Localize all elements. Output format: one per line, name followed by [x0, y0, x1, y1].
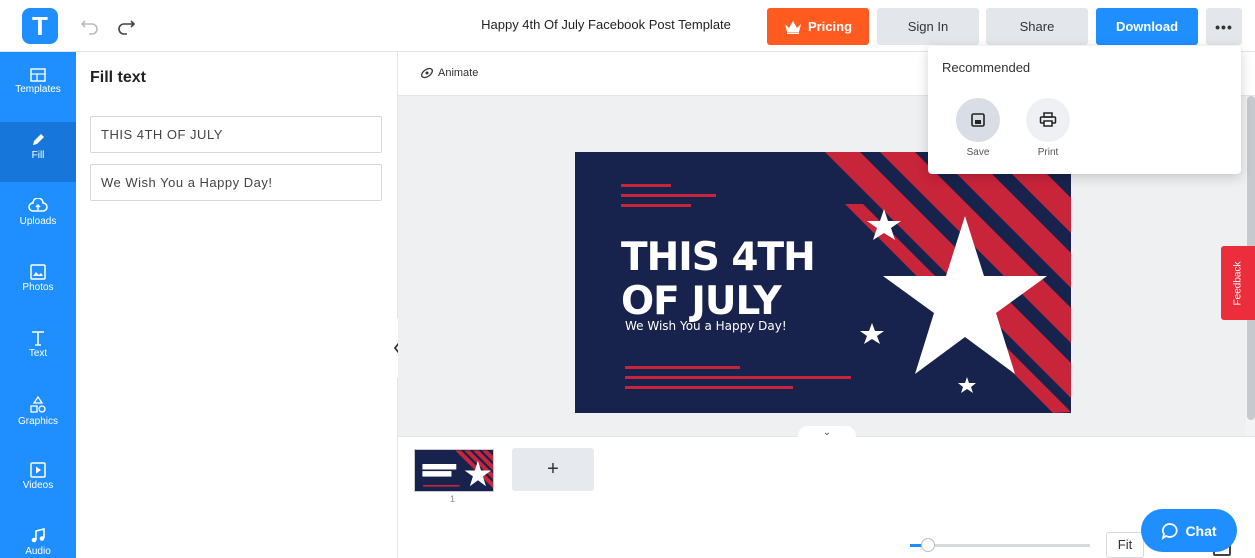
sidebar-item-label: Photos: [22, 282, 54, 293]
sidebar-item-uploads[interactable]: Uploads: [0, 188, 76, 248]
share-button[interactable]: Share: [986, 8, 1088, 45]
toggle-pages-button[interactable]: ⌄: [798, 426, 856, 440]
crown-icon: [784, 20, 801, 34]
fill-text-panel: Fill text THIS 4TH OF JULY We Wish You a…: [76, 52, 398, 558]
chat-bubble-icon: [1162, 522, 1178, 540]
video-icon: [30, 462, 46, 478]
pricing-button[interactable]: Pricing: [767, 8, 869, 45]
sign-in-button[interactable]: Sign In: [877, 8, 979, 45]
print-option[interactable]: Print: [1018, 98, 1078, 158]
download-button[interactable]: Download: [1096, 8, 1198, 45]
more-options-dropdown: Recommended Save Print: [928, 46, 1241, 174]
save-label: Save: [966, 147, 990, 158]
thumbnail-preview: [415, 450, 493, 491]
cloud-upload-icon: [28, 198, 48, 212]
print-icon: [1039, 112, 1057, 127]
undo-icon[interactable]: [80, 14, 100, 36]
page-thumbnail[interactable]: [414, 449, 494, 492]
save-icon-circle: [956, 98, 1000, 142]
headline-line-2: OF JULY: [621, 279, 782, 324]
sidebar-item-fill[interactable]: Fill: [0, 122, 76, 182]
top-bar: T Happy 4th Of July Facebook Post Templa…: [0, 0, 1255, 52]
text-icon: [32, 331, 44, 346]
zoom-slider[interactable]: [910, 544, 1090, 547]
artboard-headline[interactable]: THIS 4TH OF JULY: [621, 235, 816, 324]
animate-label: Animate: [438, 67, 479, 79]
templates-icon: [30, 68, 46, 82]
headline-line-1: THIS 4TH: [621, 235, 816, 280]
left-sidebar: Templates Fill Uploads Photos Text Graph…: [0, 52, 76, 558]
app-logo[interactable]: T: [22, 8, 58, 44]
sidebar-item-label: Fill: [31, 150, 45, 161]
sidebar-item-label: Uploads: [19, 216, 57, 227]
sidebar-item-text[interactable]: Text: [0, 320, 76, 380]
sidebar-item-label: Templates: [15, 84, 61, 95]
print-icon-circle: [1026, 98, 1070, 142]
text-field-subtitle[interactable]: We Wish You a Happy Day!: [90, 164, 382, 201]
sidebar-item-templates[interactable]: Templates: [0, 58, 76, 118]
feedback-tab[interactable]: Feedback: [1221, 246, 1255, 320]
zoom-slider-handle[interactable]: [921, 538, 935, 552]
dropdown-title: Recommended: [942, 60, 1031, 75]
panel-title: Fill text: [90, 69, 147, 86]
sidebar-item-label: Videos: [22, 480, 54, 491]
redo-icon[interactable]: [116, 14, 136, 36]
sidebar-item-label: Audio: [25, 546, 51, 557]
feedback-label: Feedback: [1232, 261, 1244, 305]
artboard-subtitle[interactable]: We Wish You a Happy Day!: [625, 319, 787, 333]
chat-label: Chat: [1185, 522, 1217, 539]
design-artboard[interactable]: THIS 4TH OF JULY We Wish You a Happy Day…: [575, 152, 1071, 413]
add-page-button[interactable]: +: [512, 448, 594, 491]
fit-button[interactable]: Fit: [1106, 532, 1144, 558]
text-field-headline[interactable]: THIS 4TH OF JULY: [90, 116, 382, 153]
sidebar-item-videos[interactable]: Videos: [0, 452, 76, 512]
sidebar-item-audio[interactable]: Audio: [0, 518, 76, 558]
page-number: 1: [450, 494, 456, 504]
sidebar-item-graphics[interactable]: Graphics: [0, 386, 76, 446]
chat-button[interactable]: Chat: [1141, 509, 1237, 552]
sidebar-item-label: Graphics: [17, 416, 58, 427]
save-icon: [971, 113, 985, 127]
image-icon: [30, 264, 46, 280]
pencil-icon: [33, 134, 44, 145]
shapes-icon: [30, 396, 46, 413]
sidebar-item-label: Text: [28, 348, 48, 359]
save-option[interactable]: Save: [948, 98, 1008, 158]
animate-icon: [421, 67, 433, 79]
pricing-label: Pricing: [807, 19, 853, 34]
more-options-button[interactable]: •••: [1206, 8, 1242, 45]
sidebar-item-photos[interactable]: Photos: [0, 254, 76, 314]
print-label: Print: [1037, 147, 1059, 158]
music-icon: [31, 528, 45, 543]
document-title[interactable]: Happy 4th Of July Facebook Post Template: [456, 17, 756, 32]
animate-button[interactable]: Animate: [420, 66, 478, 80]
